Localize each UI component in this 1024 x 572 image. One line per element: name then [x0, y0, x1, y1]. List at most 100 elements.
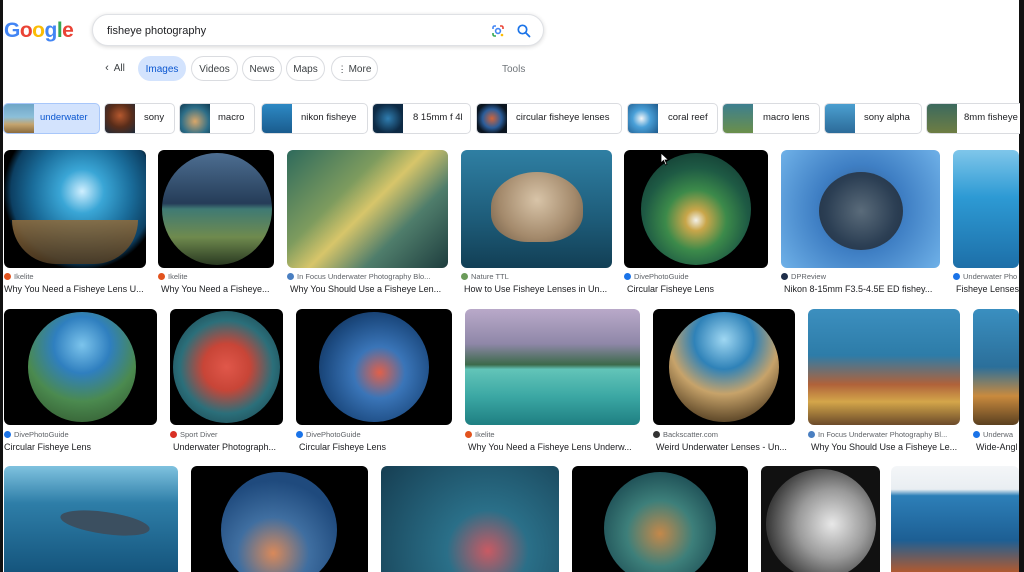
result-title[interactable]: Circular Fisheye Lens [627, 284, 768, 294]
result-title[interactable]: Why You Should Use a Fisheye Len... [290, 284, 448, 294]
result-title[interactable]: Wide-Angl [976, 442, 1019, 452]
result-title[interactable]: How to Use Fisheye Lenses in Un... [464, 284, 612, 294]
tab-images[interactable]: Images [138, 56, 186, 81]
result-image[interactable] [761, 466, 880, 572]
result-source[interactable]: DivePhotoGuide [4, 430, 157, 439]
source-label: Underwa [983, 430, 1014, 439]
search-icon[interactable] [516, 23, 532, 39]
tools-button[interactable]: Tools [502, 64, 525, 75]
result-image[interactable] [158, 150, 274, 268]
result-source[interactable]: Nature TTL [461, 272, 612, 281]
favicon-icon [465, 431, 472, 438]
result-image[interactable] [461, 150, 612, 268]
chip-8-15mm[interactable]: 8 15mm f 4l [372, 103, 471, 134]
refinement-chips: underwater sony macro nikon fisheye 8 15… [0, 103, 1020, 135]
result-image[interactable] [653, 309, 795, 425]
result-source[interactable]: In Focus Underwater Photography Bl... [808, 430, 960, 439]
result-source[interactable]: Ikelite [465, 430, 640, 439]
result-title[interactable]: Why You Need a Fisheye Lens U... [4, 284, 146, 294]
chip-thumbnail [825, 104, 855, 133]
favicon-icon [653, 431, 660, 438]
tab-videos[interactable]: Videos [191, 56, 238, 81]
result-image[interactable] [381, 466, 559, 572]
result-image[interactable] [4, 150, 146, 268]
result-image[interactable] [953, 150, 1019, 268]
result-source[interactable]: Underwater Pho [953, 272, 1019, 281]
tab-maps[interactable]: Maps [286, 56, 325, 81]
source-label: Backscatter.com [663, 430, 719, 439]
result-title[interactable]: Nikon 8-15mm F3.5-4.5E ED fishey... [784, 284, 940, 294]
chip-label: 8mm fisheye [964, 112, 1018, 123]
tab-news-label: News [249, 64, 275, 75]
result-image[interactable] [781, 150, 940, 268]
chip-thumbnail [262, 104, 292, 133]
result-image[interactable] [287, 150, 448, 268]
chip-coral-reef[interactable]: coral reef [627, 103, 718, 134]
chip-label: underwater [40, 112, 88, 123]
logo-letter: G [4, 19, 20, 42]
result-image[interactable] [170, 309, 283, 425]
result-image[interactable] [4, 309, 157, 425]
result-image[interactable] [808, 309, 960, 425]
result-image[interactable] [973, 309, 1019, 425]
google-lens-icon[interactable] [490, 23, 506, 39]
result-title[interactable]: Underwater Photograph... [173, 442, 283, 452]
result-title[interactable]: Fisheye Lenses [956, 284, 1019, 294]
result-source[interactable]: Backscatter.com [653, 430, 795, 439]
source-label: Underwater Pho [963, 272, 1018, 281]
chip-thumbnail [4, 104, 34, 133]
tab-images-label: Images [145, 64, 179, 75]
chip-sony-alpha[interactable]: sony alpha [824, 103, 922, 134]
chip-label: circular fisheye lenses [516, 112, 610, 123]
tab-news[interactable]: News [242, 56, 282, 81]
result-image[interactable] [296, 309, 452, 425]
result-source[interactable]: In Focus Underwater Photography Blo... [287, 272, 448, 281]
favicon-icon [953, 273, 960, 280]
chip-macro[interactable]: macro [179, 103, 255, 134]
result-title[interactable]: Why You Need a Fisheye Lens Underw... [468, 442, 640, 452]
result-title[interactable]: Why You Need a Fisheye... [161, 284, 274, 294]
result-source[interactable]: Sport Diver [170, 430, 283, 439]
google-logo[interactable]: Google [4, 19, 74, 43]
favicon-icon [287, 273, 294, 280]
result-image[interactable] [191, 466, 368, 572]
tab-more[interactable]: ⋮ More [331, 56, 378, 81]
favicon-icon [4, 431, 11, 438]
result-title[interactable]: Why You Should Use a Fisheye Le... [811, 442, 960, 452]
result-image[interactable] [4, 466, 178, 572]
result-source[interactable]: Ikelite [4, 272, 146, 281]
result-source[interactable]: Ikelite [158, 272, 274, 281]
result-image[interactable] [465, 309, 640, 425]
window-frame-left [0, 0, 3, 572]
result-image[interactable] [891, 466, 1019, 572]
chip-label: sony [144, 112, 165, 123]
chip-8mm-fisheye[interactable]: 8mm fisheye [926, 103, 1020, 134]
chip-label: macro lens [763, 112, 810, 123]
chip-label: coral reef [668, 112, 708, 123]
favicon-icon [296, 431, 303, 438]
chip-sony[interactable]: sony [104, 103, 175, 134]
favicon-icon [624, 273, 631, 280]
result-source[interactable]: DivePhotoGuide [296, 430, 452, 439]
result-image[interactable] [624, 150, 768, 268]
chip-macro-lens[interactable]: macro lens [722, 103, 820, 134]
tab-all[interactable]: ‹ All [98, 56, 132, 81]
more-vert-icon: ⋮ [337, 64, 347, 74]
search-input[interactable] [105, 21, 479, 41]
chip-thumbnail [927, 104, 957, 133]
result-title[interactable]: Circular Fisheye Lens [4, 442, 157, 452]
chip-circular-fisheye-lenses[interactable]: circular fisheye lenses [476, 103, 622, 134]
favicon-icon [808, 431, 815, 438]
chip-thumbnail [628, 104, 658, 133]
result-source[interactable]: DPReview [781, 272, 940, 281]
result-source[interactable]: Underwa [973, 430, 1019, 439]
chip-label: sony alpha [864, 112, 910, 123]
chip-underwater[interactable]: underwater [3, 103, 100, 134]
result-title[interactable]: Weird Underwater Lenses - Un... [656, 442, 795, 452]
result-image[interactable] [572, 466, 748, 572]
chip-nikon-fisheye[interactable]: nikon fisheye [261, 103, 368, 134]
chip-thumbnail [373, 104, 403, 133]
result-source[interactable]: DivePhotoGuide [624, 272, 768, 281]
favicon-icon [973, 431, 980, 438]
result-title[interactable]: Circular Fisheye Lens [299, 442, 452, 452]
